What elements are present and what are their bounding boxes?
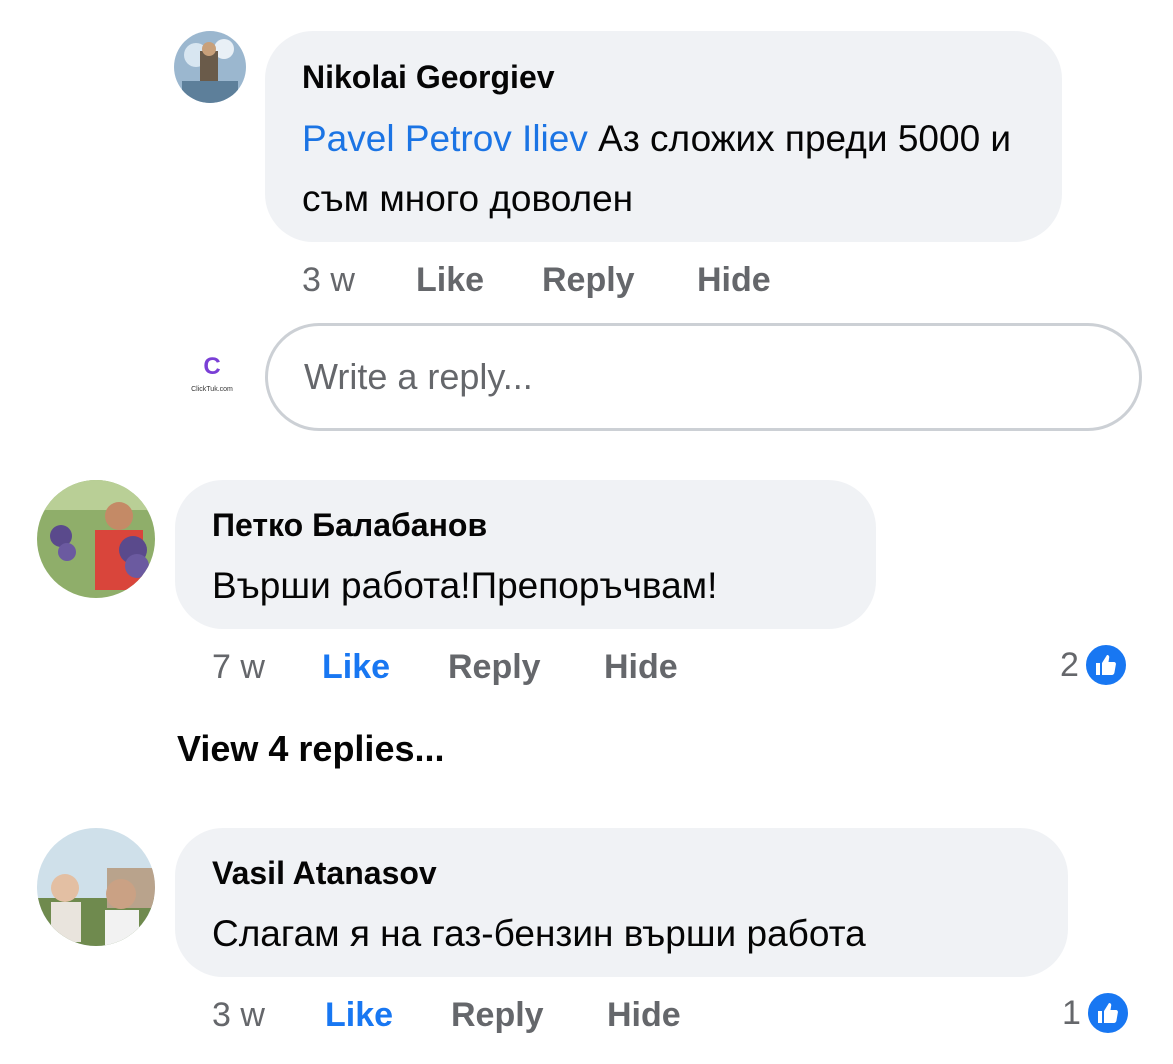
avatar[interactable] (37, 480, 155, 598)
reaction-count[interactable]: 2 (1060, 642, 1129, 688)
comment-author[interactable]: Vasil Atanasov (212, 855, 437, 892)
like-button[interactable]: Like (322, 648, 390, 687)
view-replies-link[interactable]: View 4 replies... (177, 728, 445, 770)
comment-bubble: Петко Балабанов Върши работа!Препоръчвам… (175, 480, 876, 629)
avatar[interactable] (37, 828, 155, 946)
comment-author[interactable]: Nikolai Georgiev (302, 59, 555, 96)
reply-button[interactable]: Reply (451, 996, 544, 1035)
comment-text: Слагам я на газ-бензин върши работа (212, 913, 866, 954)
avatar: C ClickTuk.com (186, 350, 238, 396)
comment-bubble: Nikolai Georgiev Pavel Petrov Iliev Аз с… (265, 31, 1062, 242)
comment-author[interactable]: Петко Балабанов (212, 507, 487, 544)
timestamp[interactable]: 3 w (302, 261, 355, 300)
like-icon (1082, 642, 1129, 688)
comment-bubble: Vasil Atanasov Слагам я на газ-бензин въ… (175, 828, 1068, 977)
comment-text: Върши работа!Препоръчвам! (212, 565, 718, 606)
like-icon (1084, 990, 1131, 1036)
like-button[interactable]: Like (416, 261, 484, 300)
reply-button[interactable]: Reply (448, 648, 541, 687)
hide-button[interactable]: Hide (604, 648, 678, 687)
reaction-count[interactable]: 1 (1062, 990, 1131, 1036)
svg-text:C: C (203, 353, 220, 380)
reply-button[interactable]: Reply (542, 261, 635, 300)
avatar-label: ClickTuk.com (191, 386, 233, 393)
like-button[interactable]: Like (325, 996, 393, 1035)
reply-input[interactable]: Write a reply... (265, 323, 1142, 431)
hide-button[interactable]: Hide (607, 996, 681, 1035)
timestamp[interactable]: 3 w (212, 996, 265, 1035)
timestamp[interactable]: 7 w (212, 648, 265, 687)
comment-text: Pavel Petrov Iliev Аз сложих преди 5000 … (302, 109, 1042, 229)
reaction-number: 1 (1062, 993, 1081, 1032)
avatar[interactable] (174, 31, 246, 103)
reaction-number: 2 (1060, 645, 1079, 684)
mention-link[interactable]: Pavel Petrov Iliev (302, 118, 588, 159)
hide-button[interactable]: Hide (697, 261, 771, 300)
